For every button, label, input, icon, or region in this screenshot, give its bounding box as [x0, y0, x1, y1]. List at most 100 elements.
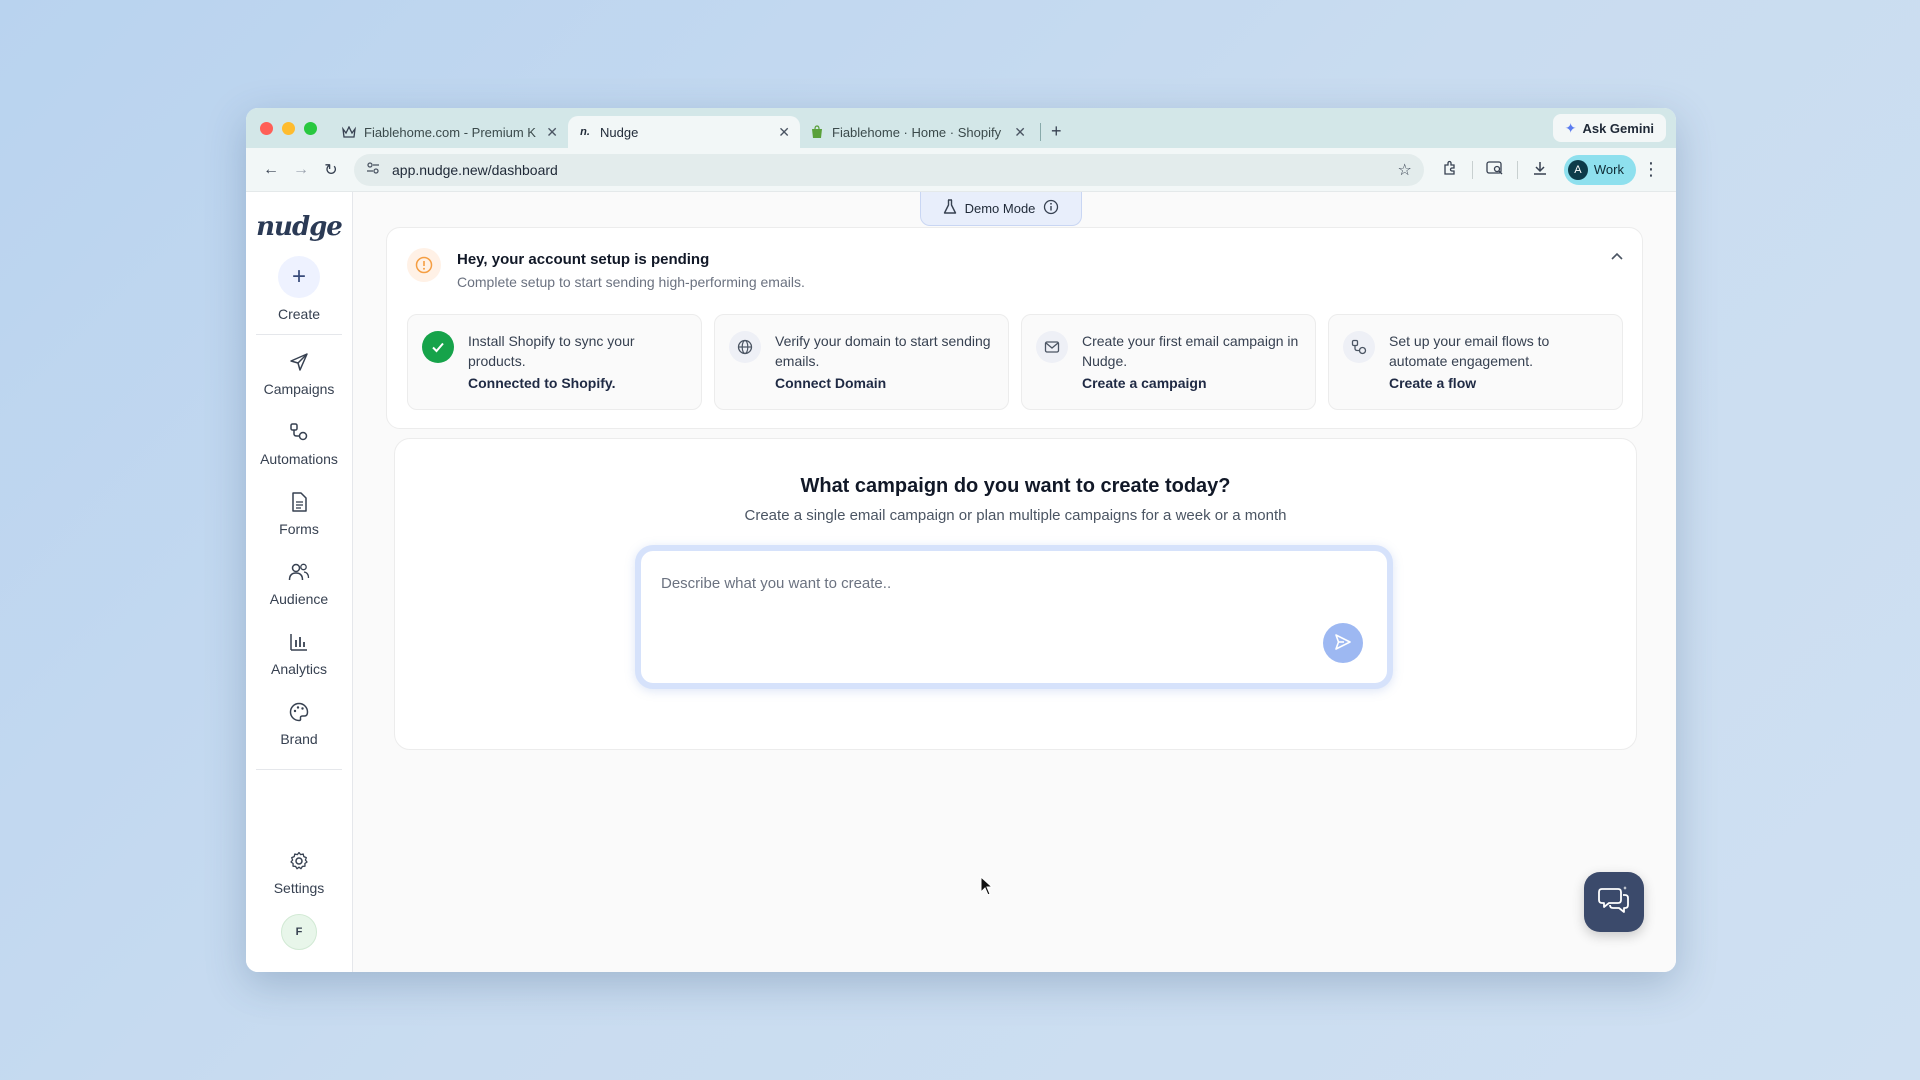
sidebar-item-label: Forms	[279, 521, 319, 537]
prompt-box	[635, 545, 1393, 689]
warning-icon	[407, 248, 441, 282]
mouse-cursor	[980, 875, 994, 901]
site-settings-icon[interactable]	[366, 162, 380, 177]
user-avatar[interactable]: F	[281, 914, 317, 950]
sidebar-item-label: Audience	[269, 591, 329, 607]
profile-avatar: A	[1567, 159, 1588, 180]
tab-title: Nudge	[600, 124, 639, 140]
bar-chart-icon	[289, 629, 309, 655]
sidebar-item-settings[interactable]: Settings	[273, 848, 325, 896]
sidebar-item-label: Campaigns	[263, 381, 335, 397]
connected-shopify-link[interactable]: Connected to Shopify.	[468, 375, 685, 391]
setup-step-shopify[interactable]: Install Shopify to sync your products. C…	[407, 314, 702, 410]
create-campaign-link[interactable]: Create a campaign	[1082, 375, 1299, 391]
sidebar-item-label: Settings	[273, 880, 325, 896]
flow-icon	[1343, 331, 1375, 363]
step-text: Set up your email flows to automate enga…	[1389, 333, 1550, 369]
setup-steps: Install Shopify to sync your products. C…	[407, 314, 1623, 410]
browser-toolbar: ← → ↻ app.nudge.new/dashboard ☆ A Work ⋮	[246, 148, 1676, 192]
step-text: Install Shopify to sync your products.	[468, 333, 635, 369]
ask-gemini-button[interactable]: ✦ Ask Gemini	[1552, 114, 1666, 142]
profile-label: Work	[1593, 162, 1624, 177]
mail-icon	[1036, 331, 1068, 363]
shopify-bag-icon	[810, 125, 824, 139]
setup-title: Hey, your account setup is pending	[457, 251, 710, 268]
document-icon	[290, 489, 308, 515]
close-icon[interactable]: ✕	[546, 124, 558, 141]
ask-gemini-label: Ask Gemini	[1582, 120, 1654, 136]
nudge-logo[interactable]: nudge	[256, 212, 343, 242]
send-icon	[289, 349, 309, 375]
minimize-window-button[interactable]	[282, 121, 295, 135]
forward-arrow-icon[interactable]: →	[286, 161, 316, 179]
browser-tab-fiablehome[interactable]: Fiablehome.com - Premium K ✕	[332, 116, 568, 148]
info-icon[interactable]	[1043, 199, 1059, 218]
url-text[interactable]: app.nudge.new/dashboard	[392, 162, 1398, 178]
sidebar-item-label: Analytics	[270, 661, 328, 677]
tab-strip: Fiablehome.com - Premium K ✕ n. Nudge ✕ …	[246, 108, 1676, 148]
users-icon	[288, 559, 310, 585]
send-icon	[1334, 633, 1352, 654]
create-flow-link[interactable]: Create a flow	[1389, 375, 1606, 391]
main-content: Demo Mode Hey, your account setup is pen…	[353, 192, 1676, 972]
new-tab-button[interactable]: +	[1051, 121, 1062, 142]
extensions-icon[interactable]	[1432, 160, 1468, 180]
plus-icon: +	[291, 263, 306, 290]
tab-title: Fiablehome.com - Premium K	[364, 124, 536, 140]
flow-icon	[289, 419, 309, 445]
sidebar-item-analytics[interactable]: Analytics	[271, 629, 327, 699]
sidebar-item-campaigns[interactable]: Campaigns	[263, 349, 335, 419]
palette-icon	[289, 699, 309, 725]
setup-step-domain[interactable]: Verify your domain to start sending emai…	[714, 314, 1009, 410]
flask-icon	[943, 199, 957, 218]
tab-search-icon[interactable]	[1477, 160, 1513, 180]
crown-icon	[342, 125, 356, 139]
address-bar[interactable]: app.nudge.new/dashboard ☆	[354, 153, 1424, 186]
sidebar: nudge + Create Campaigns Automations For…	[246, 192, 353, 972]
sidebar-item-label: Automations	[260, 451, 338, 467]
setup-step-campaign[interactable]: Create your first email campaign in Nudg…	[1021, 314, 1316, 410]
create-campaign-card: What campaign do you want to create toda…	[394, 438, 1637, 750]
download-icon[interactable]	[1522, 160, 1558, 180]
more-options-icon[interactable]: ⋮	[1636, 159, 1666, 180]
browser-tab-nudge[interactable]: n. Nudge ✕	[568, 116, 800, 148]
gear-icon	[289, 848, 309, 874]
send-button[interactable]	[1323, 623, 1363, 663]
create-campaign-title: What campaign do you want to create toda…	[800, 475, 1231, 497]
close-icon[interactable]: ✕	[1014, 124, 1026, 141]
window-controls	[246, 121, 332, 135]
demo-mode-label: Demo Mode	[964, 201, 1036, 216]
chevron-up-icon[interactable]	[1610, 248, 1624, 264]
tab-title: Fiablehome · Home · Shopify	[832, 124, 1002, 140]
globe-icon	[729, 331, 761, 363]
demo-mode-badge[interactable]: Demo Mode	[920, 192, 1082, 226]
browser-tab-shopify[interactable]: Fiablehome · Home · Shopify ✕	[800, 116, 1036, 148]
sidebar-item-label: Brand	[280, 731, 318, 747]
setup-step-flow[interactable]: Set up your email flows to automate enga…	[1328, 314, 1623, 410]
close-icon[interactable]: ✕	[778, 124, 790, 141]
profile-chip[interactable]: A Work	[1563, 154, 1636, 185]
chat-support-button[interactable]	[1584, 872, 1644, 932]
setup-subtitle: Complete setup to start sending high-per…	[457, 274, 805, 290]
create-campaign-subtitle: Create a single email campaign or plan m…	[744, 507, 1287, 524]
create-label[interactable]: Create	[278, 306, 320, 322]
sidebar-item-audience[interactable]: Audience	[270, 559, 328, 629]
sidebar-item-forms[interactable]: Forms	[279, 489, 319, 559]
campaign-prompt-input[interactable]	[641, 551, 1387, 683]
connect-domain-link[interactable]: Connect Domain	[775, 375, 992, 391]
sidebar-item-brand[interactable]: Brand	[280, 699, 318, 769]
close-window-button[interactable]	[260, 121, 273, 135]
back-arrow-icon[interactable]: ←	[256, 161, 286, 179]
step-text: Verify your domain to start sending emai…	[775, 333, 991, 369]
reload-icon[interactable]: ↻	[316, 160, 346, 180]
sidebar-bottom: Settings F	[273, 848, 325, 950]
nudge-favicon-icon: n.	[580, 126, 590, 138]
create-button[interactable]: +	[278, 256, 320, 298]
maximize-window-button[interactable]	[304, 121, 317, 135]
bookmark-star-icon[interactable]: ☆	[1398, 160, 1412, 180]
step-text: Create your first email campaign in Nudg…	[1082, 333, 1299, 369]
app-container: nudge + Create Campaigns Automations For…	[246, 192, 1676, 972]
sidebar-item-automations[interactable]: Automations	[260, 419, 338, 489]
check-circle-icon	[422, 331, 454, 363]
chat-bubble-icon	[1598, 885, 1630, 920]
